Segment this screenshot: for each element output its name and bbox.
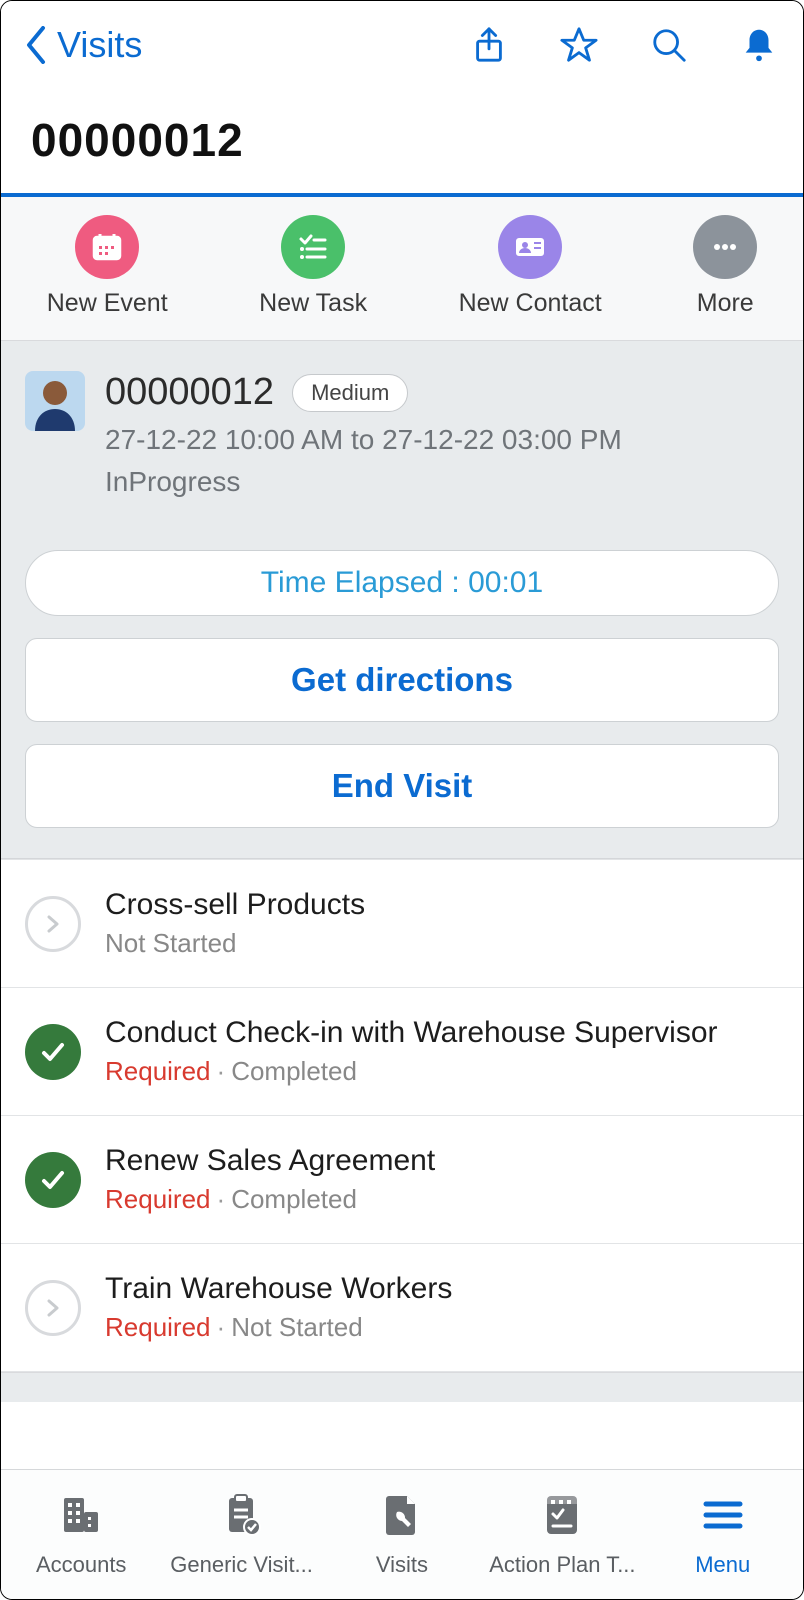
check-circle-icon (25, 1024, 81, 1080)
avatar (25, 371, 85, 431)
page-title: 00000012 (1, 89, 803, 197)
id-card-icon (498, 215, 562, 279)
time-elapsed-button[interactable]: Time Elapsed : 00:01 (25, 550, 779, 616)
action-label: New Task (259, 289, 367, 318)
back-label: Visits (57, 24, 142, 66)
tab-menu[interactable]: Menu (648, 1492, 798, 1578)
task-list: Cross-sell Products Not Started Conduct Ch… (1, 859, 803, 1372)
bottom-tabs: Accounts Generic Visit... Visits Action Pla… (1, 1469, 803, 1599)
favorite-button[interactable] (559, 25, 599, 65)
quick-actions: New Event New Task New Contact More (1, 197, 803, 341)
tab-action-plan-t-[interactable]: Action Plan T... (487, 1492, 637, 1578)
clipboard-check-icon (219, 1492, 265, 1544)
tab-label: Menu (695, 1552, 750, 1578)
end-visit-button[interactable]: End Visit (25, 744, 779, 828)
tab-label: Visits (376, 1552, 428, 1578)
priority-badge: Medium (292, 374, 408, 412)
top-nav: Visits (1, 1, 803, 89)
action-more[interactable]: More (693, 215, 757, 318)
spacer (1, 1372, 803, 1402)
tab-label: Accounts (36, 1552, 127, 1578)
required-label: Required (105, 1056, 211, 1086)
action-label: New Contact (459, 289, 602, 318)
required-label: Required (105, 1184, 211, 1214)
tab-accounts[interactable]: Accounts (6, 1492, 156, 1578)
record-status: InProgress (105, 466, 622, 498)
calendar-icon (75, 215, 139, 279)
notifications-button[interactable] (739, 25, 779, 65)
task-status: Not Started (231, 1312, 363, 1342)
action-new-task[interactable]: New Task (259, 215, 367, 318)
get-directions-button[interactable]: Get directions (25, 638, 779, 722)
task-subtitle: Required·Completed (105, 1184, 435, 1215)
checklist-icon (281, 215, 345, 279)
building-icon (58, 1492, 104, 1544)
chevron-circle-icon (25, 1280, 81, 1336)
action-new-contact[interactable]: New Contact (459, 215, 602, 318)
task-title: Renew Sales Agreement (105, 1144, 435, 1178)
search-icon (650, 26, 688, 64)
chevron-left-icon (25, 26, 49, 64)
action-label: New Event (47, 289, 168, 318)
dots-icon (693, 215, 757, 279)
task-item[interactable]: Conduct Check-in with Warehouse Supervis… (1, 988, 803, 1116)
tab-label: Action Plan T... (489, 1552, 635, 1578)
tab-label: Generic Visit... (170, 1552, 313, 1578)
record-header: 00000012 Medium 27-12-22 10:00 AM to 27-… (1, 341, 803, 532)
action-buttons: Time Elapsed : 00:01 Get directions End … (1, 532, 803, 859)
bell-icon (740, 26, 778, 64)
task-subtitle: Not Started (105, 928, 365, 959)
checklist-doc-icon (539, 1492, 585, 1544)
chevron-circle-icon (25, 896, 81, 952)
task-item[interactable]: Renew Sales Agreement Required·Completed (1, 1116, 803, 1244)
task-title: Train Warehouse Workers (105, 1272, 452, 1306)
task-item[interactable]: Train Warehouse Workers Required·Not Star… (1, 1244, 803, 1372)
tab-visits[interactable]: Visits (327, 1492, 477, 1578)
task-status: Not Started (105, 928, 237, 958)
back-button[interactable]: Visits (25, 24, 142, 66)
required-label: Required (105, 1312, 211, 1342)
task-title: Cross-sell Products (105, 888, 365, 922)
record-id: 00000012 (105, 371, 274, 414)
top-actions (469, 25, 779, 65)
record-daterange: 27-12-22 10:00 AM to 27-12-22 03:00 PM (105, 424, 622, 456)
share-icon (470, 26, 508, 64)
task-item[interactable]: Cross-sell Products Not Started (1, 859, 803, 988)
search-button[interactable] (649, 25, 689, 65)
action-label: More (697, 289, 754, 318)
action-new-event[interactable]: New Event (47, 215, 168, 318)
menu-icon (700, 1492, 746, 1544)
task-title: Conduct Check-in with Warehouse Supervis… (105, 1016, 718, 1050)
check-circle-icon (25, 1152, 81, 1208)
share-button[interactable] (469, 25, 509, 65)
star-icon (560, 26, 598, 64)
task-subtitle: Required·Not Started (105, 1312, 452, 1343)
task-status: Completed (231, 1056, 357, 1086)
file-wrench-icon (379, 1492, 425, 1544)
tab-generic-visit-[interactable]: Generic Visit... (167, 1492, 317, 1578)
task-subtitle: Required·Completed (105, 1056, 718, 1087)
task-status: Completed (231, 1184, 357, 1214)
